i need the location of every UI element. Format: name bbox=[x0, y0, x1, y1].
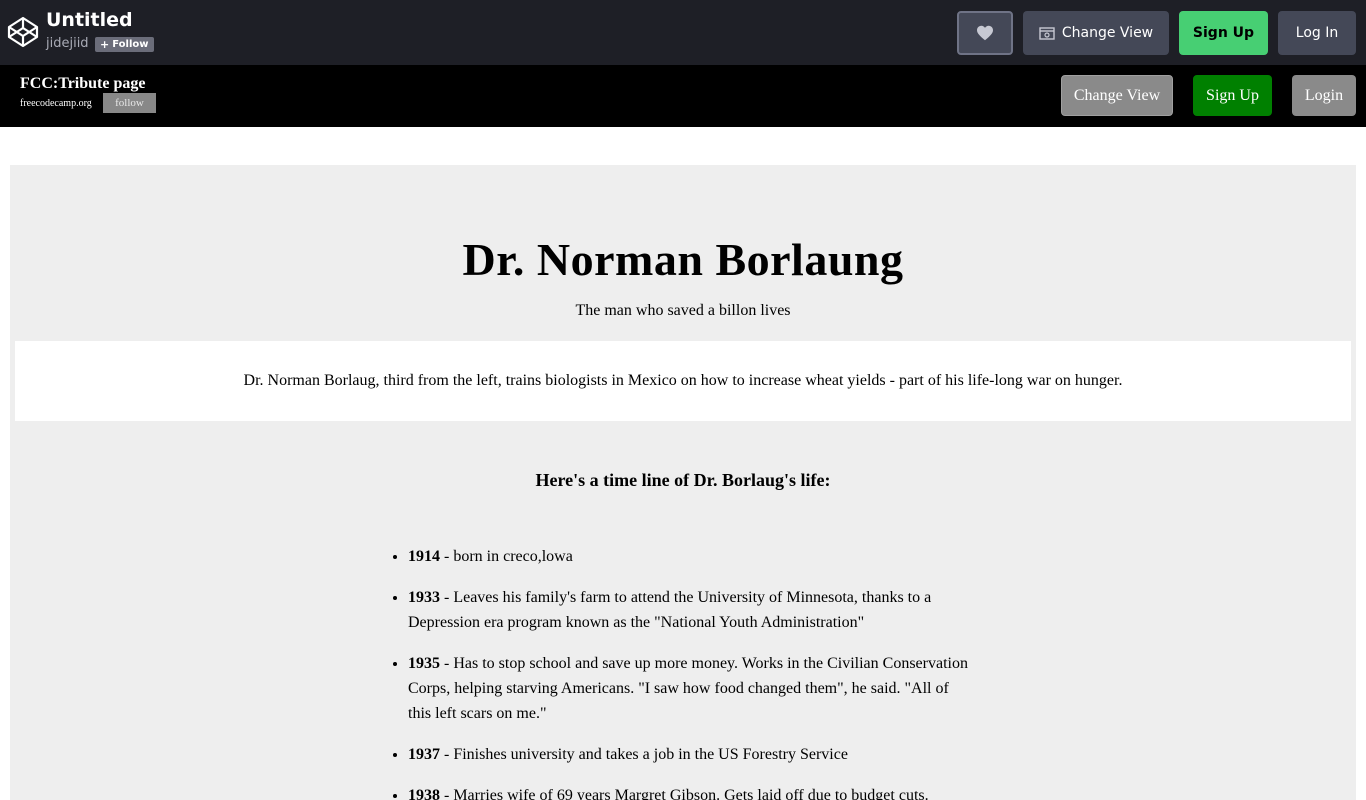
plus-icon: + bbox=[100, 38, 110, 51]
timeline-text: - Leaves his family's farm to attend the… bbox=[408, 589, 932, 631]
timeline-year: 1914 bbox=[408, 548, 440, 565]
pen-sign-up-button[interactable]: Sign Up bbox=[1193, 75, 1272, 116]
timeline-text: - Finishes university and takes a job in… bbox=[440, 746, 848, 763]
pen-header-title[interactable]: FCC:Tribute page bbox=[20, 75, 145, 93]
timeline-heading: Here's a time line of Dr. Borlaug's life… bbox=[535, 470, 831, 490]
tribute-title: Dr. Norman Borlaung bbox=[462, 234, 904, 285]
timeline-item: 1933 - Leaves his family's farm to atten… bbox=[408, 585, 968, 635]
follow-button[interactable]: + Follow bbox=[95, 37, 155, 52]
codepen-top-bar: Untitled jidejiid + Follow Change View S… bbox=[0, 0, 1366, 65]
tribute-main: Dr. Norman Borlaung The man who saved a … bbox=[10, 165, 1356, 800]
pen-change-view-button[interactable]: Change View bbox=[1061, 75, 1173, 116]
heart-icon bbox=[977, 25, 993, 41]
pen-author[interactable]: jidejiid bbox=[46, 36, 89, 51]
timeline-item: 1938 - Marries wife of 69 years Margret … bbox=[408, 783, 968, 800]
change-view-label: Change View bbox=[1061, 25, 1154, 41]
timeline-year: 1938 bbox=[408, 787, 440, 800]
sign-up-button[interactable]: Sign Up bbox=[1179, 11, 1268, 55]
pen-title[interactable]: Untitled bbox=[46, 9, 133, 31]
change-view-button[interactable]: Change View bbox=[1023, 11, 1169, 55]
timeline-text: - Marries wife of 69 years Margret Gibso… bbox=[440, 787, 929, 800]
timeline-item: 1914 - born in creco,lowa bbox=[408, 544, 968, 569]
pen-header-bar: FCC:Tribute page freecodecamp.org follow… bbox=[0, 65, 1366, 127]
image-caption: Dr. Norman Borlaug, third from the left,… bbox=[243, 372, 1123, 389]
timeline-text: - born in creco,lowa bbox=[440, 548, 573, 565]
log-in-button[interactable]: Log In bbox=[1278, 11, 1356, 55]
like-button[interactable] bbox=[957, 11, 1013, 55]
image-caption-box: Dr. Norman Borlaug, third from the left,… bbox=[15, 341, 1351, 421]
timeline-list: 1914 - born in creco,lowa 1933 - Leaves … bbox=[408, 544, 968, 800]
layout-icon bbox=[1039, 26, 1055, 40]
codepen-logo-icon[interactable] bbox=[7, 16, 39, 48]
timeline-year: 1935 bbox=[408, 655, 440, 672]
timeline-text: - Has to stop school and save up more mo… bbox=[408, 655, 968, 722]
timeline-year: 1937 bbox=[408, 746, 440, 763]
timeline-year: 1933 bbox=[408, 589, 440, 606]
timeline-item: 1935 - Has to stop school and save up mo… bbox=[408, 651, 968, 726]
follow-label: Follow bbox=[112, 39, 149, 50]
pen-follow-button[interactable]: follow bbox=[103, 93, 156, 113]
timeline-item: 1937 - Finishes university and takes a j… bbox=[408, 742, 968, 767]
pen-login-button[interactable]: Login bbox=[1292, 75, 1356, 116]
pen-header-username[interactable]: freecodecamp.org bbox=[20, 98, 92, 109]
tribute-subtitle: The man who saved a billon lives bbox=[575, 302, 791, 319]
